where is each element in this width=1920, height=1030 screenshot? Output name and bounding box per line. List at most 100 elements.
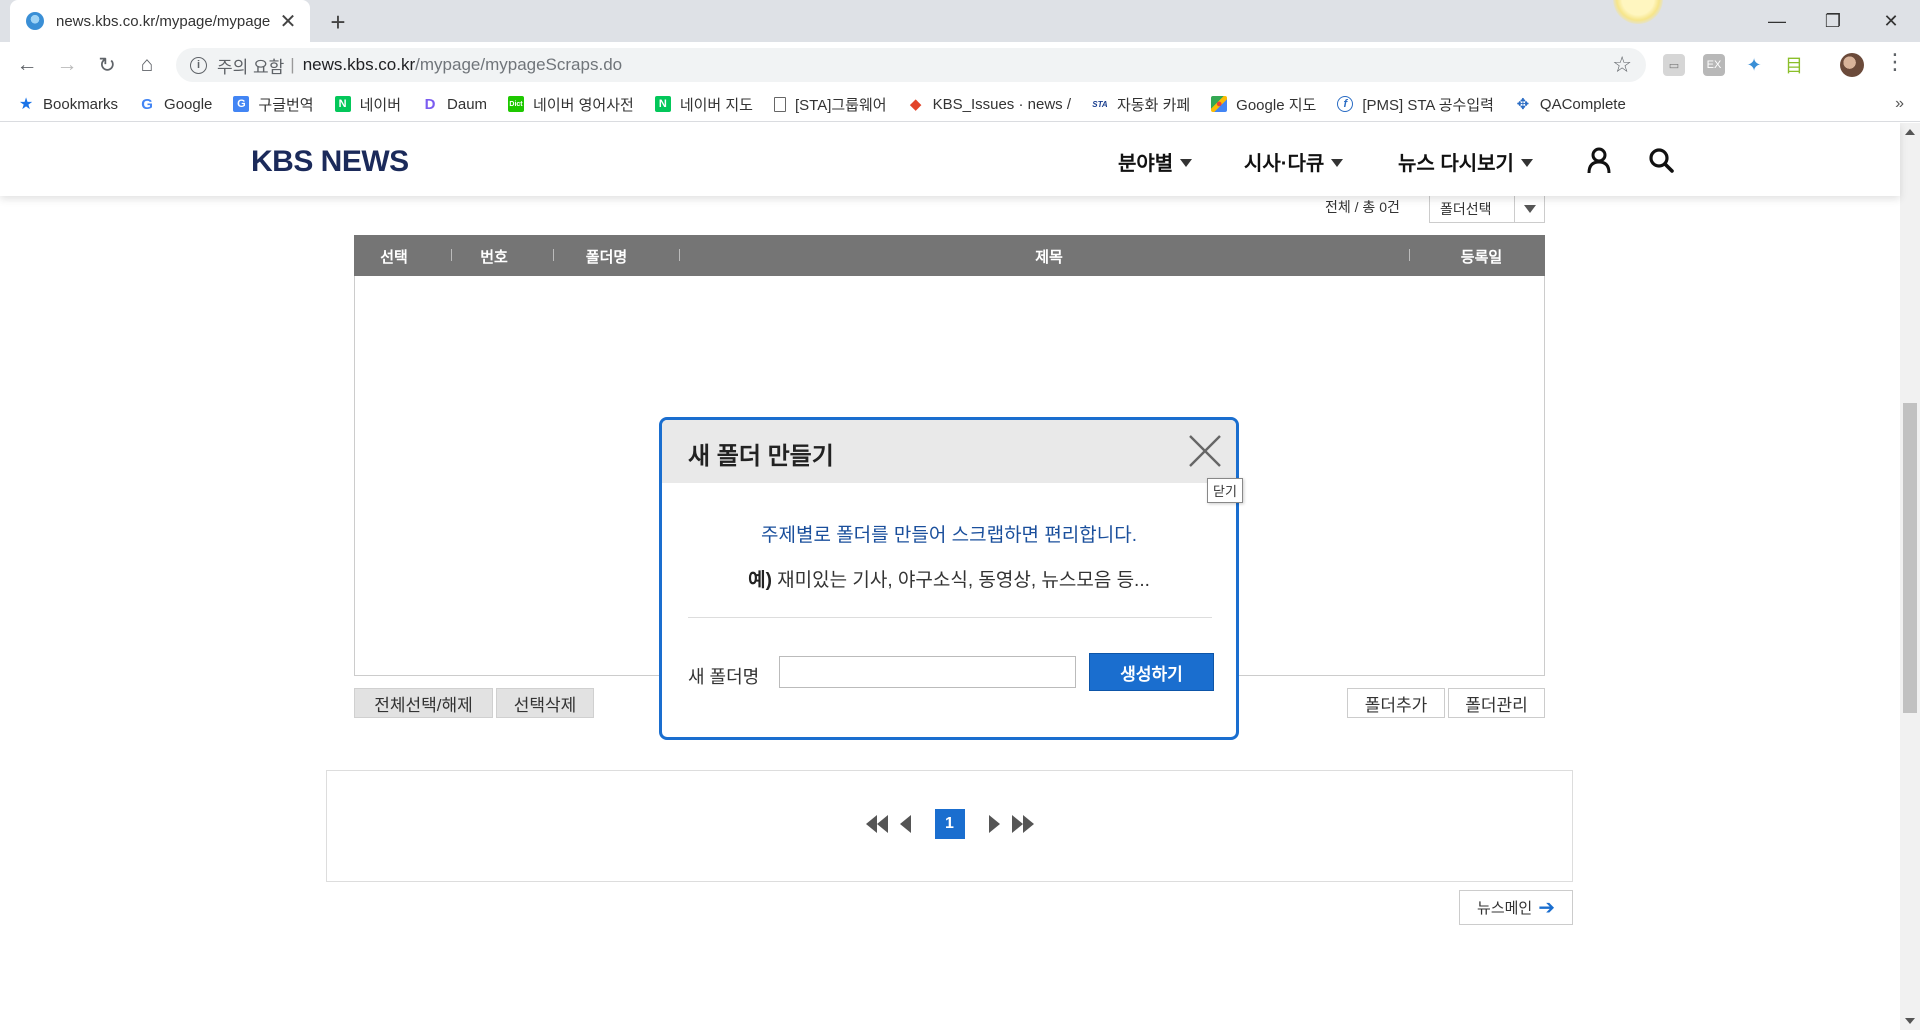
minimize-icon[interactable]: — [1757,6,1797,36]
bookmark-label: Google [164,95,213,113]
scrollbar-thumb[interactable] [1903,403,1917,713]
page-scrollbar[interactable] [1900,123,1920,1030]
gitlab-icon: ◆ [909,96,922,113]
column-divider [553,249,554,261]
nav-sections[interactable]: 분야별 [1118,147,1193,176]
bookmarks-more-icon[interactable]: » [1895,95,1904,113]
prev-page-icon[interactable] [899,815,911,833]
folder-name-input[interactable] [779,656,1076,688]
sun-decoration [1613,0,1663,24]
translate-icon: G [233,96,250,112]
home-icon[interactable]: ⌂ [132,50,162,80]
browser-toolbar: ← → ↻ ⌂ i 주의 요함 | news.kbs.co.kr/mypage/… [0,42,1920,87]
bookmark-label: 네이버 지도 [679,96,753,114]
next-page-icon[interactable] [988,815,1000,833]
scroll-up-icon[interactable] [1905,129,1915,135]
select-all-button[interactable]: 전체선택/해제 [354,688,493,718]
profile-avatar[interactable] [1840,53,1864,77]
folder-select[interactable]: 폴더선택 [1429,195,1545,223]
browser-tab[interactable]: news.kbs.co.kr/mypage/mypage ✕ [10,0,310,42]
news-main-button[interactable]: 뉴스메인 ➔ [1459,890,1573,925]
dialog-title: 새 폴더 만들기 [688,443,834,470]
nav-current-affairs[interactable]: 시사·다큐 [1244,147,1344,176]
page-icon [773,96,786,112]
bookmark-item[interactable]: N 네이버 지도 [654,94,753,115]
address-separator: | [290,55,295,74]
chevron-down-icon [1520,158,1533,167]
dialog-message: 주제별로 폴더를 만들어 스크랩하면 편리합니다. [761,525,1137,546]
naver-icon: N [334,96,351,112]
address-bar[interactable]: i 주의 요함 | news.kbs.co.kr/mypage/mypageSc… [176,48,1646,82]
browser-menu-icon[interactable]: ⋮ [1884,49,1906,75]
dialog-header: 새 폴더 만들기 [662,420,1236,483]
reload-icon[interactable]: ↻ [92,50,122,80]
extension-arrows-icon[interactable]: ✦ [1743,54,1765,76]
bookmark-label: [PMS] STA 공수입력 [1362,96,1494,114]
add-folder-button[interactable]: 폴더추가 [1347,688,1445,718]
back-icon[interactable]: ← [12,50,42,80]
bookmark-label: 네이버 영어사전 [533,96,634,114]
window-close-icon[interactable]: ✕ [1871,6,1911,36]
bookmark-item[interactable]: G 구글번역 [233,94,314,115]
bookmark-label: 자동화 카페 [1117,96,1191,114]
kbs-news-logo[interactable]: KBS NEWS [251,145,409,179]
extension-ladder-icon[interactable]: 目 [1783,54,1805,76]
dropdown-icon[interactable] [1514,196,1544,222]
pagination: 1 [327,809,1572,839]
bookmark-label: Bookmarks [43,95,119,113]
bookmark-item[interactable]: D Daum [422,96,487,113]
bookmark-item[interactable]: ★ Bookmarks [18,95,119,114]
bookmark-item[interactable]: STA 자동화 카페 [1092,94,1190,115]
bookmarks-bar: ★ Bookmarks G Google G 구글번역 N 네이버 D Daum Dict… [0,87,1920,122]
create-folder-button[interactable]: 생성하기 [1089,653,1214,691]
extension-ex-icon[interactable]: EX [1703,54,1725,76]
bookmark-label: KBS_Issues · news / [932,95,1071,113]
nav-label: 시사·다큐 [1244,153,1325,175]
address-host: news.kbs.co.kr [302,55,416,74]
chevron-down-icon [1331,158,1344,167]
folder-name-label: 새 폴더명 [688,667,760,687]
page-number-current[interactable]: 1 [934,809,965,839]
bookmark-star-icon[interactable]: ☆ [1612,52,1632,78]
scroll-down-icon[interactable] [1905,1018,1915,1024]
column-header: 등록일 [1460,249,1503,266]
news-main-label: 뉴스메인 [1477,900,1533,917]
bookmark-item[interactable]: N 네이버 [334,94,401,115]
bookmark-label: Daum [447,95,488,113]
first-page-icon[interactable] [865,815,888,833]
bookmark-item[interactable]: Dict 네이버 영어사전 [508,94,634,115]
info-icon[interactable]: i [190,56,207,74]
bookmark-item[interactable]: G Google [139,96,212,113]
site-header: KBS NEWS 분야별 시사·다큐 뉴스 다시보기 [0,123,1900,196]
bookmark-label: [STA]그룹웨어 [794,96,887,114]
restore-icon[interactable]: ❐ [1813,6,1853,36]
search-icon[interactable] [1648,147,1674,173]
sta-icon: STA [1092,99,1108,109]
user-icon[interactable] [1587,147,1611,173]
close-icon[interactable] [1186,432,1224,470]
new-tab-icon[interactable]: + [324,7,352,38]
nav-label: 분야별 [1118,153,1174,175]
last-page-icon[interactable] [1011,815,1034,833]
example-prefix: 예) [748,570,772,591]
tab-close-icon[interactable]: ✕ [278,9,298,34]
bookmark-label: Google 지도 [1236,96,1317,114]
extension-cast-icon[interactable]: ▭ [1663,54,1685,76]
kbs-favicon-icon [26,12,44,30]
bookmark-item[interactable]: [STA]그룹웨어 [773,94,887,115]
delete-selected-button[interactable]: 선택삭제 [496,688,594,718]
bookmark-item[interactable]: ● Google 지도 [1211,94,1316,115]
nav-replay[interactable]: 뉴스 다시보기 [1398,147,1533,176]
browser-tabstrip: news.kbs.co.kr/mypage/mypage ✕ + — ❐ ✕ [0,0,1920,42]
bookmark-item[interactable]: ◆ KBS_Issues · news / [908,95,1071,114]
tab-title: news.kbs.co.kr/mypage/mypage [56,12,270,30]
security-warning: 주의 요함 [217,57,285,77]
bookmark-item[interactable]: ✥ QAComplete [1515,96,1626,114]
bookmark-label: 구글번역 [258,96,314,114]
manage-folder-button[interactable]: 폴더관리 [1448,688,1545,718]
column-header: 선택 [380,249,408,266]
bookmark-item[interactable]: f [PMS] STA 공수입력 [1337,94,1494,115]
example-text: 재미있는 기사, 야구소식, 동영상, 뉴스모음 등... [771,570,1150,591]
forward-icon[interactable]: → [52,50,82,80]
dialog-divider [688,617,1212,618]
